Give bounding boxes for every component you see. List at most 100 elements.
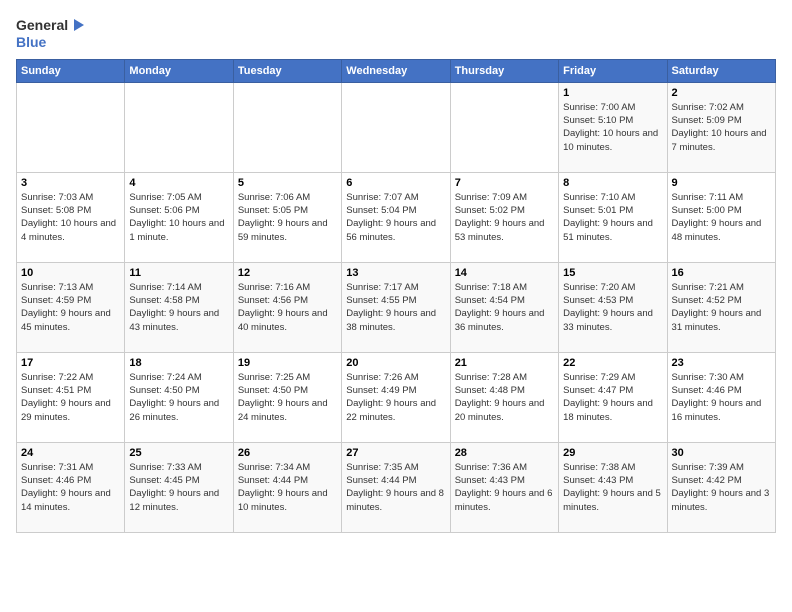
day-info: Sunrise: 7:28 AM Sunset: 4:48 PM Dayligh… <box>455 371 554 424</box>
calendar-cell: 13Sunrise: 7:17 AM Sunset: 4:55 PM Dayli… <box>342 262 450 352</box>
day-number: 15 <box>563 267 662 279</box>
day-number: 27 <box>346 447 445 459</box>
day-number: 11 <box>129 267 228 279</box>
calendar-cell: 11Sunrise: 7:14 AM Sunset: 4:58 PM Dayli… <box>125 262 233 352</box>
calendar-week-4: 17Sunrise: 7:22 AM Sunset: 4:51 PM Dayli… <box>17 352 776 442</box>
day-number: 23 <box>672 357 771 369</box>
logo: General Blue <box>16 16 88 51</box>
weekday-header-wednesday: Wednesday <box>342 59 450 82</box>
day-number: 14 <box>455 267 554 279</box>
day-number: 18 <box>129 357 228 369</box>
calendar-cell: 2 Sunrise: 7:02 AM Sunset: 5:09 PM Daylig… <box>667 82 775 172</box>
calendar-cell: 19 Sunrise: 7:25 AM Sunset: 4:50 PM Dayli… <box>233 352 341 442</box>
day-number: 12 <box>238 267 337 279</box>
day-info: Sunrise: 7:24 AM Sunset: 4:50 PM Dayligh… <box>129 371 228 424</box>
day-info: Sunrise: 7:21 AM Sunset: 4:52 PM Dayligh… <box>672 281 771 334</box>
day-number: 28 <box>455 447 554 459</box>
day-number: 3 <box>21 177 120 189</box>
day-number: 9 <box>672 177 771 189</box>
calendar-cell: 28 Sunrise: 7:36 AM Sunset: 4:43 PM Dayli… <box>450 442 558 532</box>
day-info: Sunrise: 7:35 AM Sunset: 4:44 PM Dayligh… <box>346 461 445 514</box>
day-info: Sunrise: 7:06 AM Sunset: 5:05 PM Dayligh… <box>238 191 337 244</box>
calendar-cell: 25 Sunrise: 7:33 AM Sunset: 4:45 PM Dayli… <box>125 442 233 532</box>
day-number: 19 <box>238 357 337 369</box>
calendar-cell: 1 Sunrise: 7:00 AM Sunset: 5:10 PM Daylig… <box>559 82 667 172</box>
day-info: Sunrise: 7:17 AM Sunset: 4:55 PM Dayligh… <box>346 281 445 334</box>
calendar-cell <box>17 82 125 172</box>
day-number: 10 <box>21 267 120 279</box>
day-number: 6 <box>346 177 445 189</box>
day-number: 16 <box>672 267 771 279</box>
calendar-cell: 20 Sunrise: 7:26 AM Sunset: 4:49 PM Dayli… <box>342 352 450 442</box>
day-number: 24 <box>21 447 120 459</box>
day-number: 4 <box>129 177 228 189</box>
day-info: Sunrise: 7:33 AM Sunset: 4:45 PM Dayligh… <box>129 461 228 514</box>
day-info: Sunrise: 7:36 AM Sunset: 4:43 PM Dayligh… <box>455 461 554 514</box>
weekday-header-thursday: Thursday <box>450 59 558 82</box>
day-number: 25 <box>129 447 228 459</box>
weekday-header-saturday: Saturday <box>667 59 775 82</box>
calendar-cell: 10 Sunrise: 7:13 AM Sunset: 4:59 PM Dayli… <box>17 262 125 352</box>
calendar-week-3: 10 Sunrise: 7:13 AM Sunset: 4:59 PM Dayli… <box>17 262 776 352</box>
day-number: 22 <box>563 357 662 369</box>
calendar-cell <box>233 82 341 172</box>
day-info: Sunrise: 7:31 AM Sunset: 4:46 PM Dayligh… <box>21 461 120 514</box>
calendar-cell: 4 Sunrise: 7:05 AM Sunset: 5:06 PM Daylig… <box>125 172 233 262</box>
calendar-cell: 21 Sunrise: 7:28 AM Sunset: 4:48 PM Dayli… <box>450 352 558 442</box>
day-number: 26 <box>238 447 337 459</box>
day-info: Sunrise: 7:34 AM Sunset: 4:44 PM Dayligh… <box>238 461 337 514</box>
day-number: 8 <box>563 177 662 189</box>
calendar-week-5: 24 Sunrise: 7:31 AM Sunset: 4:46 PM Dayli… <box>17 442 776 532</box>
day-info: Sunrise: 7:11 AM Sunset: 5:00 PM Dayligh… <box>672 191 771 244</box>
day-info: Sunrise: 7:09 AM Sunset: 5:02 PM Dayligh… <box>455 191 554 244</box>
calendar-cell: 6Sunrise: 7:07 AM Sunset: 5:04 PM Daylig… <box>342 172 450 262</box>
day-info: Sunrise: 7:30 AM Sunset: 4:46 PM Dayligh… <box>672 371 771 424</box>
day-info: Sunrise: 7:20 AM Sunset: 4:53 PM Dayligh… <box>563 281 662 334</box>
day-info: Sunrise: 7:00 AM Sunset: 5:10 PM Dayligh… <box>563 101 662 154</box>
calendar-cell: 24 Sunrise: 7:31 AM Sunset: 4:46 PM Dayli… <box>17 442 125 532</box>
logo-arrow-icon <box>70 16 88 34</box>
page-header: General Blue <box>16 16 776 51</box>
calendar-cell: 30Sunrise: 7:39 AM Sunset: 4:42 PM Dayli… <box>667 442 775 532</box>
logo-text-general: General <box>16 17 68 34</box>
day-info: Sunrise: 7:13 AM Sunset: 4:59 PM Dayligh… <box>21 281 120 334</box>
day-number: 17 <box>21 357 120 369</box>
calendar-cell: 5 Sunrise: 7:06 AM Sunset: 5:05 PM Daylig… <box>233 172 341 262</box>
calendar-cell: 29Sunrise: 7:38 AM Sunset: 4:43 PM Dayli… <box>559 442 667 532</box>
logo-text-blue: Blue <box>16 34 46 51</box>
calendar-cell: 3 Sunrise: 7:03 AM Sunset: 5:08 PM Daylig… <box>17 172 125 262</box>
day-info: Sunrise: 7:10 AM Sunset: 5:01 PM Dayligh… <box>563 191 662 244</box>
day-number: 21 <box>455 357 554 369</box>
calendar-cell: 26 Sunrise: 7:34 AM Sunset: 4:44 PM Dayli… <box>233 442 341 532</box>
calendar-cell: 15 Sunrise: 7:20 AM Sunset: 4:53 PM Dayli… <box>559 262 667 352</box>
calendar-header: SundayMondayTuesdayWednesdayThursdayFrid… <box>17 59 776 82</box>
calendar-cell: 16 Sunrise: 7:21 AM Sunset: 4:52 PM Dayli… <box>667 262 775 352</box>
day-number: 7 <box>455 177 554 189</box>
weekday-header-tuesday: Tuesday <box>233 59 341 82</box>
day-info: Sunrise: 7:02 AM Sunset: 5:09 PM Dayligh… <box>672 101 771 154</box>
calendar-cell: 17Sunrise: 7:22 AM Sunset: 4:51 PM Dayli… <box>17 352 125 442</box>
day-number: 1 <box>563 87 662 99</box>
calendar-table: SundayMondayTuesdayWednesdayThursdayFrid… <box>16 59 776 533</box>
calendar-week-2: 3 Sunrise: 7:03 AM Sunset: 5:08 PM Daylig… <box>17 172 776 262</box>
day-info: Sunrise: 7:16 AM Sunset: 4:56 PM Dayligh… <box>238 281 337 334</box>
weekday-header-friday: Friday <box>559 59 667 82</box>
day-info: Sunrise: 7:25 AM Sunset: 4:50 PM Dayligh… <box>238 371 337 424</box>
calendar-cell: 8 Sunrise: 7:10 AM Sunset: 5:01 PM Daylig… <box>559 172 667 262</box>
calendar-cell: 23 Sunrise: 7:30 AM Sunset: 4:46 PM Dayli… <box>667 352 775 442</box>
day-info: Sunrise: 7:26 AM Sunset: 4:49 PM Dayligh… <box>346 371 445 424</box>
weekday-header-sunday: Sunday <box>17 59 125 82</box>
calendar-cell: 7 Sunrise: 7:09 AM Sunset: 5:02 PM Daylig… <box>450 172 558 262</box>
calendar-cell <box>342 82 450 172</box>
day-number: 20 <box>346 357 445 369</box>
calendar-cell: 27 Sunrise: 7:35 AM Sunset: 4:44 PM Dayli… <box>342 442 450 532</box>
calendar-cell: 14Sunrise: 7:18 AM Sunset: 4:54 PM Dayli… <box>450 262 558 352</box>
calendar-cell: 9 Sunrise: 7:11 AM Sunset: 5:00 PM Daylig… <box>667 172 775 262</box>
weekday-header-monday: Monday <box>125 59 233 82</box>
day-info: Sunrise: 7:03 AM Sunset: 5:08 PM Dayligh… <box>21 191 120 244</box>
day-number: 5 <box>238 177 337 189</box>
day-number: 2 <box>672 87 771 99</box>
day-info: Sunrise: 7:05 AM Sunset: 5:06 PM Dayligh… <box>129 191 228 244</box>
day-info: Sunrise: 7:29 AM Sunset: 4:47 PM Dayligh… <box>563 371 662 424</box>
calendar-cell: 12 Sunrise: 7:16 AM Sunset: 4:56 PM Dayli… <box>233 262 341 352</box>
